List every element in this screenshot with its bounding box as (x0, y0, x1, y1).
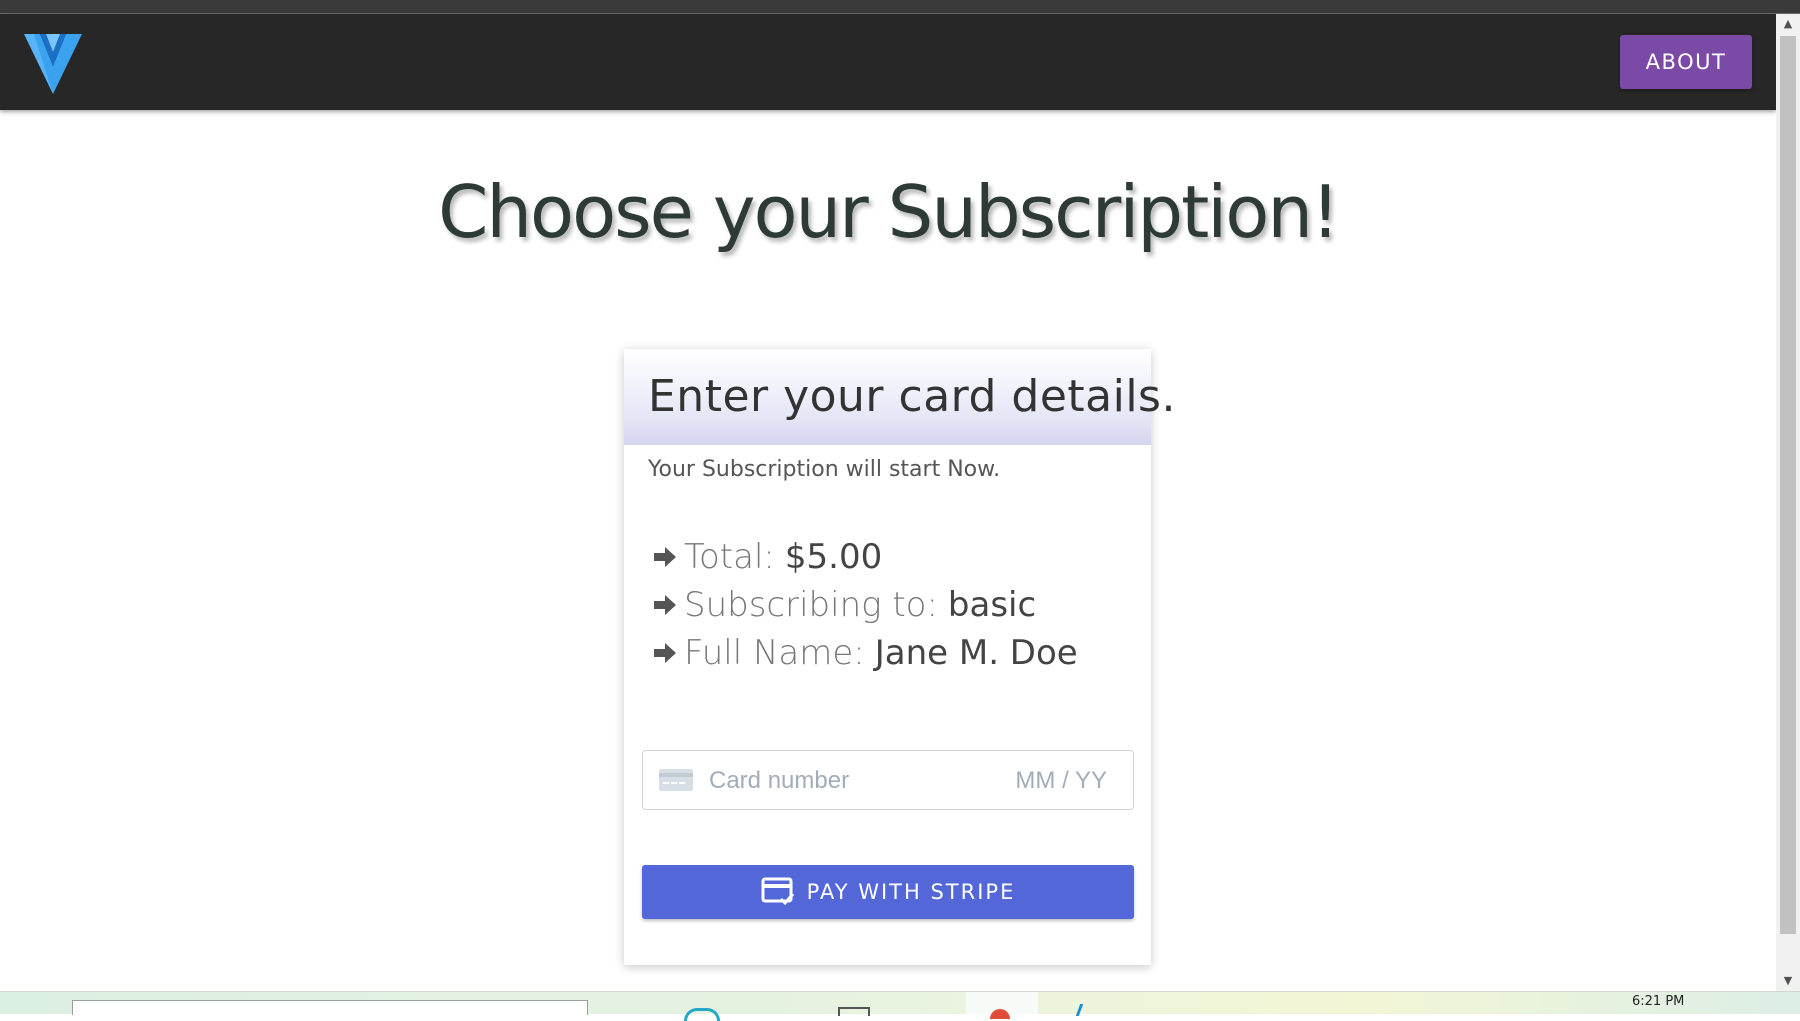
credit-card-icon (659, 769, 693, 791)
stripe-card-element[interactable] (642, 750, 1134, 810)
app-bar: ABOUT (0, 14, 1776, 110)
page-title: Choose your Subscription! (438, 170, 1340, 254)
scroll-up-arrow-icon[interactable]: ▲ (1776, 14, 1800, 34)
os-taskbar: 6:21 PM (0, 991, 1800, 1021)
about-button[interactable]: ABOUT (1620, 35, 1752, 89)
browser-top-edge (0, 0, 1800, 14)
task-view-icon[interactable] (838, 1007, 870, 1016)
card-expiry-input[interactable] (995, 763, 1109, 799)
arrow-right-icon (654, 643, 676, 663)
detail-label: Subscribing to: (684, 585, 938, 625)
pay-with-stripe-button[interactable]: PAY WITH STRIPE (642, 865, 1134, 919)
arrow-right-icon (654, 595, 676, 615)
pay-button-label: PAY WITH STRIPE (806, 880, 1016, 904)
detail-value: $5.00 (784, 537, 883, 577)
order-details: Total: $5.00 Subscribing to: basic Full … (652, 533, 1078, 677)
card-number-input[interactable] (707, 763, 1011, 799)
main-content: Choose your Subscription! Enter your car… (0, 110, 1776, 991)
detail-full-name: Full Name: Jane M. Doe (652, 629, 1078, 677)
arrow-right-icon (654, 547, 676, 567)
vscode-icon[interactable] (1075, 1004, 1096, 1016)
card-header: Enter your card details. (624, 349, 1175, 445)
taskbar-clock[interactable]: 6:21 PM (1632, 994, 1712, 1015)
edge-browser-icon[interactable] (684, 1008, 720, 1021)
card-title: Enter your card details. (648, 371, 1176, 422)
card-subtitle: Your Subscription will start Now. (648, 457, 1001, 482)
detail-label: Full Name: (684, 633, 865, 673)
detail-total: Total: $5.00 (652, 533, 1078, 581)
scrollbar-thumb[interactable] (1780, 36, 1796, 934)
detail-plan: Subscribing to: basic (652, 581, 1078, 629)
detail-value: basic (947, 585, 1037, 625)
scroll-down-arrow-icon[interactable]: ▼ (1776, 971, 1800, 991)
detail-value: Jane M. Doe (874, 633, 1078, 673)
detail-label: Total: (684, 537, 775, 577)
credit-card-check-icon (761, 877, 794, 906)
payment-card: Enter your card details. Your Subscripti… (624, 349, 1175, 965)
v-logo-icon[interactable] (22, 26, 84, 96)
vertical-scrollbar[interactable]: ▲ ▼ (1776, 14, 1800, 991)
